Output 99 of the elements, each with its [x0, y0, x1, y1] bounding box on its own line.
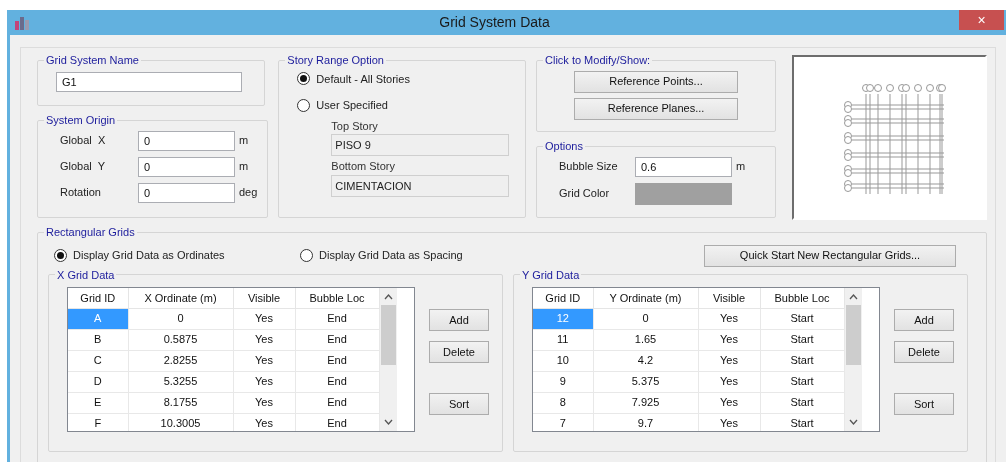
table-cell[interactable]: 9 — [533, 371, 593, 392]
table-cell[interactable]: E — [68, 392, 128, 413]
building-icon — [14, 15, 30, 30]
table-cell[interactable]: 0 — [128, 308, 233, 329]
table-cell[interactable]: Start — [760, 329, 844, 350]
table-cell[interactable]: Yes — [698, 329, 760, 350]
radio-icon[interactable] — [300, 249, 313, 262]
group-title: Y Grid Data — [521, 267, 581, 283]
table-cell[interactable]: 9.7 — [593, 413, 698, 431]
push-button[interactable]: Delete — [429, 341, 489, 363]
group-title: Rectangular Grids — [45, 225, 136, 240]
table-cell[interactable]: Yes — [698, 308, 760, 329]
table-cell[interactable]: Start — [760, 350, 844, 371]
table-cell[interactable]: Yes — [698, 371, 760, 392]
table-cell[interactable]: Yes — [698, 350, 760, 371]
table-cell[interactable]: End — [295, 371, 379, 392]
field-label: Top Story — [331, 118, 379, 134]
push-button[interactable]: Sort — [429, 393, 489, 415]
table-cell[interactable]: D — [68, 371, 128, 392]
text-field[interactable]: 0 — [138, 182, 235, 203]
table-cell[interactable]: 10.3005 — [128, 413, 233, 431]
unit-label: m — [736, 159, 746, 175]
text-field[interactable]: 0 — [138, 156, 235, 177]
radio-icon[interactable] — [54, 249, 67, 262]
table-cell[interactable]: Start — [760, 413, 844, 431]
table-cell[interactable]: Yes — [233, 392, 295, 413]
text-field[interactable]: 0.6 — [635, 156, 732, 177]
column-header[interactable]: Bubble Loc — [760, 288, 844, 308]
table-cell[interactable]: 4.2 — [593, 350, 698, 371]
column-header[interactable]: Grid ID — [68, 288, 128, 308]
radio-button[interactable]: Display Grid Data as Ordinates — [54, 247, 300, 264]
push-button[interactable]: Quick Start New Rectangular Grids... — [704, 244, 956, 267]
group-title: System Origin — [45, 113, 117, 128]
table-cell[interactable]: Yes — [233, 413, 295, 431]
push-button[interactable]: Sort — [894, 393, 954, 415]
table-cell[interactable]: 8.1755 — [128, 392, 233, 413]
table-cell[interactable]: 5.375 — [593, 371, 698, 392]
column-header[interactable]: Visible — [698, 288, 760, 308]
table-cell[interactable]: 7 — [533, 413, 593, 431]
window-title: Grid System Data — [438, 13, 551, 32]
column-header[interactable]: Grid ID — [533, 288, 593, 308]
radio-icon[interactable] — [297, 98, 311, 112]
push-button[interactable]: Delete — [894, 341, 954, 363]
field-label: Grid Color — [558, 186, 611, 202]
group-title: Story Range Option — [286, 53, 385, 68]
table-cell[interactable]: Start — [760, 371, 844, 392]
field-label: Bottom Story — [331, 159, 396, 174]
table-cell[interactable]: End — [295, 392, 379, 413]
table-cell[interactable]: Start — [760, 392, 844, 413]
field-label: Global X — [59, 133, 107, 149]
radio-icon[interactable] — [297, 72, 311, 86]
group-title: Click to Modify/Show: — [544, 53, 652, 68]
field-label: Global Y — [59, 159, 107, 175]
table-cell[interactable]: B — [68, 329, 128, 350]
column-header[interactable]: X Ordinate (m) — [128, 288, 233, 308]
column-header[interactable]: Bubble Loc — [295, 288, 379, 308]
table-cell[interactable]: 2.8255 — [128, 350, 233, 371]
field-label: Bubble Size — [558, 159, 619, 175]
table-cell[interactable]: End — [295, 413, 379, 431]
table-cell[interactable]: Yes — [233, 350, 295, 371]
text-field[interactable]: 0 — [138, 130, 235, 151]
unit-label: m — [239, 133, 249, 149]
table-cell[interactable]: Start — [760, 308, 844, 329]
table-cell[interactable]: End — [295, 350, 379, 371]
text-field[interactable]: G1 — [56, 71, 242, 92]
table-cell[interactable]: C — [68, 350, 128, 371]
radio-button[interactable]: Display Grid Data as Spacing — [300, 247, 463, 264]
push-button[interactable]: Reference Points... — [574, 70, 738, 93]
table-cell[interactable]: 0.5875 — [128, 329, 233, 350]
table-cell[interactable]: Yes — [233, 308, 295, 329]
group-title: Options — [544, 139, 584, 154]
group-title: Grid System Name — [45, 53, 140, 68]
table-cell[interactable]: Yes — [698, 413, 760, 431]
table-cell[interactable]: 8 — [533, 392, 593, 413]
column-header[interactable]: Y Ordinate (m) — [593, 288, 698, 308]
table-cell[interactable]: 7.925 — [593, 392, 698, 413]
table-cell[interactable]: Yes — [233, 371, 295, 392]
radio-button[interactable]: Default - All Stories — [297, 70, 515, 87]
unit-label: deg — [239, 185, 258, 201]
unit-label: m — [239, 159, 249, 175]
table-cell[interactable]: Yes — [233, 329, 295, 350]
table-cell[interactable]: F — [68, 413, 128, 431]
table-cell[interactable]: End — [295, 329, 379, 350]
table-cell[interactable]: 11 — [533, 329, 593, 350]
field-label: Rotation — [59, 185, 102, 201]
column-header[interactable]: Visible — [233, 288, 295, 308]
push-button[interactable]: Add — [429, 309, 489, 331]
table-cell[interactable]: 10 — [533, 350, 593, 371]
table-cell[interactable]: 1.65 — [593, 329, 698, 350]
color-swatch[interactable] — [635, 182, 732, 205]
table-cell[interactable]: 5.3255 — [128, 371, 233, 392]
table-cell[interactable]: 0 — [593, 308, 698, 329]
table-cell[interactable]: End — [295, 308, 379, 329]
table-cell[interactable]: Yes — [698, 392, 760, 413]
push-button[interactable]: Reference Planes... — [574, 97, 738, 120]
close-button[interactable]: × — [959, 10, 1004, 30]
radio-button[interactable]: User Specified — [297, 97, 515, 114]
push-button[interactable]: Add — [894, 309, 954, 331]
group-title: X Grid Data — [56, 267, 116, 283]
